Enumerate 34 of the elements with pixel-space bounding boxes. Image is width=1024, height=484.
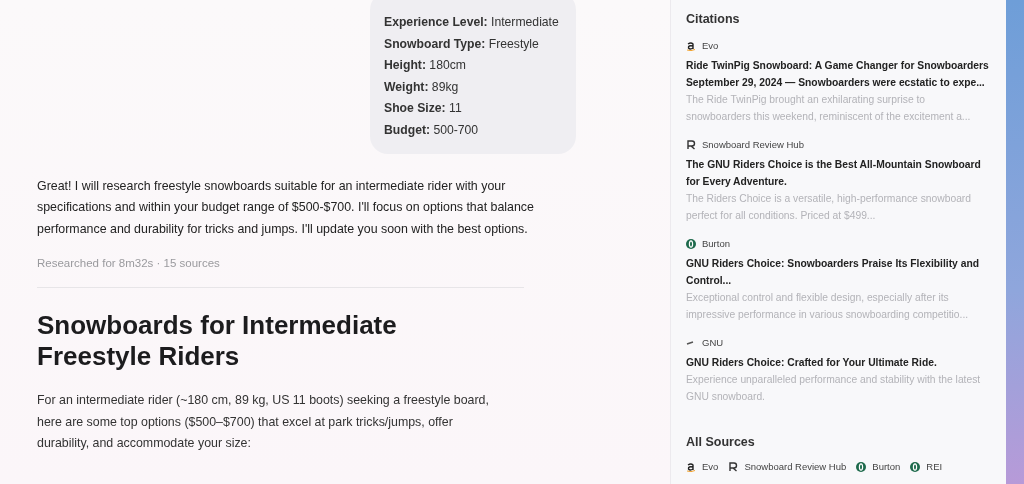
citation-snippet: Exceptional control and flexible design, especially after its impressive performance in various snowboarding competitio... [686, 291, 970, 322]
report-heading: Snowboards for Intermediate Freestyle Riders [37, 310, 398, 373]
citation-title[interactable]: Ride TwinPig Snowboard: A Game Changer for Snowboarders September 29, 2024 — Snowboarders were ecstatic to expe... [686, 57, 992, 91]
r-logo-icon [728, 461, 739, 472]
letter-a-icon [686, 461, 696, 472]
report-intro: For an intermediate rider (~180 cm, 89 kg, US 11 boots) seeking a freestyle board, here are some top options ($500–$700) that excel at park tricks/jumps, offer durability, and accommodate your size: [37, 392, 490, 453]
all-sources-title: All Sources [686, 435, 756, 449]
citations-title: Citations [686, 12, 741, 26]
source-name[interactable]: Burton [702, 238, 730, 249]
source-name[interactable]: Snowboard Review Hub [702, 139, 804, 150]
source-name[interactable]: REI [926, 461, 943, 472]
message-line: Weight: 89kg [384, 78, 460, 96]
citation-snippet: The Ride TwinPig brought an exhilarating surprise to snowboarders this weekend, reminiscent of the excitement a... [686, 93, 972, 124]
message-line: Snowboard Type: Freestyle [384, 35, 540, 53]
source-name[interactable]: GNU [702, 337, 724, 348]
ring-logo-icon [910, 461, 921, 472]
source-name[interactable]: Evo [702, 40, 719, 51]
ring-logo-icon [686, 238, 696, 249]
letter-a-icon [686, 40, 696, 51]
r-logo-icon [686, 139, 696, 150]
source-name[interactable]: Evo [702, 461, 719, 472]
source-name[interactable]: Burton [872, 461, 901, 472]
ring-logo-icon [856, 461, 867, 472]
citation-title[interactable]: GNU Riders Choice: Crafted for Your Ultimate Ride. [686, 354, 992, 371]
citation-title[interactable]: GNU Riders Choice: Snowboarders Praise Its Flexibility and Control... [686, 255, 992, 289]
citation-title[interactable]: The GNU Riders Choice is the Best All-Mountain Snowboard for Every Adventure. [686, 156, 992, 190]
message-line: Shoe Size: 11 [384, 100, 463, 118]
message-line: Experience Level: Intermediate [384, 14, 560, 31]
citation-snippet: Experience unparalleled performance and stability with the latest GNU snowboard. [686, 373, 982, 404]
source-name[interactable]: Snowboard Review Hub [744, 461, 847, 472]
citation-snippet: The Riders Choice is a versatile, high-performance snowboard perfect for all conditions. Priced at $499... [686, 192, 972, 223]
reply-text: Great! I will research freestyle snowboards suitable for an intermediate rider with your specifications and within your budget range of $500-$700. I'll focus on options that balance performance and durability for tricks and jumps. I'll update you soon with the best options. [37, 177, 535, 238]
message-line: Budget: 500-700 [384, 121, 480, 139]
message-line: Height: 180cm [384, 57, 467, 75]
